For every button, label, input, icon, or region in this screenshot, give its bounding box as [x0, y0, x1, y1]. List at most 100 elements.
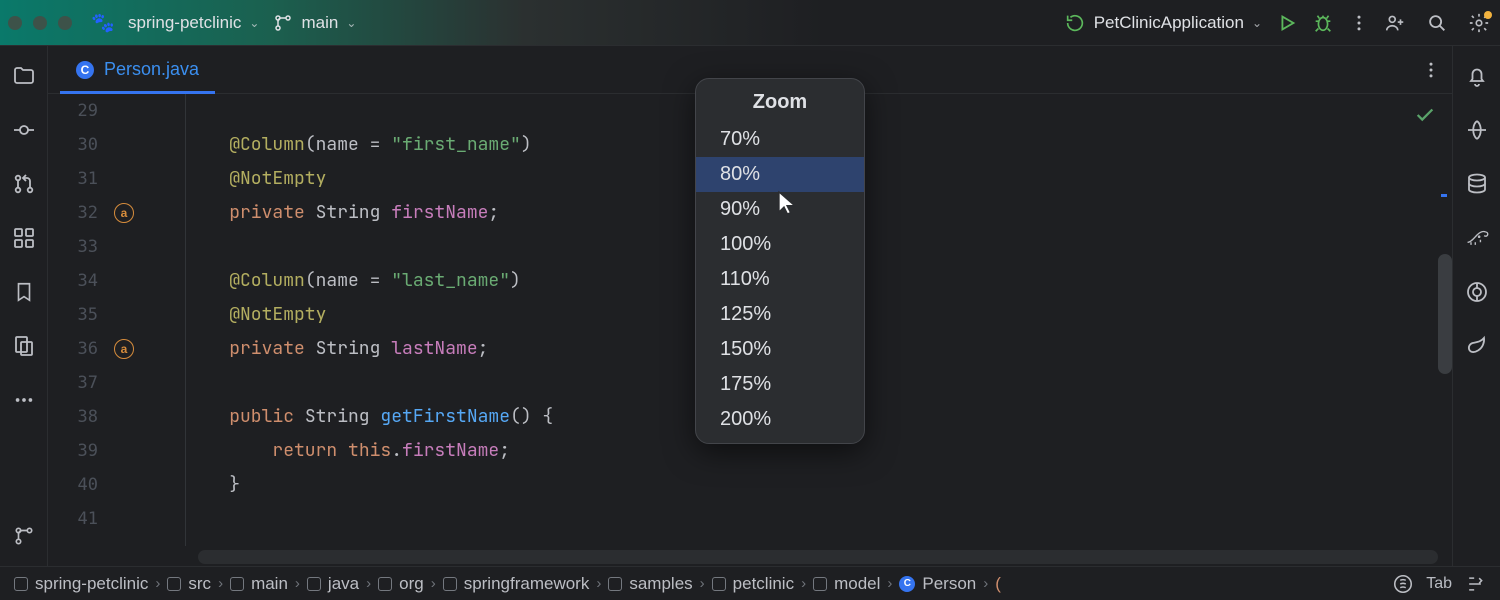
- breadcrumb-segment[interactable]: springframework: [443, 574, 590, 594]
- window-close[interactable]: [8, 16, 22, 30]
- chevron-right-icon: ›: [366, 575, 371, 592]
- line-number: 29: [48, 101, 108, 121]
- search-everywhere-icon[interactable]: [1426, 12, 1448, 34]
- breadcrumb-segment[interactable]: src: [167, 574, 211, 594]
- run-config-name: PetClinicApplication: [1094, 13, 1244, 33]
- zoom-popup-title: Zoom: [696, 79, 864, 122]
- settings-icon[interactable]: [1468, 12, 1490, 34]
- window-maximize[interactable]: [58, 16, 72, 30]
- folder-icon: [813, 577, 827, 591]
- gradle-tool-icon[interactable]: [1465, 226, 1489, 250]
- chevron-right-icon: ›: [596, 575, 601, 592]
- line-number: 32: [48, 203, 108, 223]
- folder-icon: [230, 577, 244, 591]
- chevron-right-icon: ›: [295, 575, 300, 592]
- breadcrumb-segment[interactable]: model: [813, 574, 880, 594]
- project-tool-icon[interactable]: [12, 64, 36, 88]
- zoom-option[interactable]: 80%: [696, 157, 864, 192]
- reader-mode-icon[interactable]: [1392, 573, 1414, 595]
- line-number: 39: [48, 441, 108, 461]
- folder-icon: [307, 577, 321, 591]
- run-button[interactable]: [1276, 12, 1298, 34]
- code-with-me-icon[interactable]: [1384, 12, 1406, 34]
- vertical-scrollbar[interactable]: [1438, 254, 1452, 374]
- chevron-right-icon: ›: [983, 575, 988, 592]
- chevron-down-icon: ⌄: [346, 16, 356, 30]
- line-number: 40: [48, 475, 108, 495]
- line-number: 37: [48, 373, 108, 393]
- breadcrumb-segment-label: samples: [629, 574, 692, 594]
- chevron-right-icon: ›: [431, 575, 436, 592]
- zoom-option[interactable]: 150%: [696, 332, 864, 367]
- breadcrumb-segment-label: org: [399, 574, 424, 594]
- zoom-option[interactable]: 125%: [696, 297, 864, 332]
- override-marker-icon[interactable]: a: [114, 339, 134, 359]
- zoom-option[interactable]: 100%: [696, 227, 864, 262]
- code-line[interactable]: [186, 502, 1438, 536]
- project-selector[interactable]: spring-petclinic ⌄: [128, 13, 259, 33]
- window-minimize[interactable]: [33, 16, 47, 30]
- indent-label[interactable]: Tab: [1426, 575, 1452, 593]
- vcs-tool-icon[interactable]: [12, 524, 36, 548]
- editor-tab-options-icon[interactable]: [1420, 59, 1442, 81]
- zoom-option[interactable]: 70%: [696, 122, 864, 157]
- tab-person-java[interactable]: C Person.java: [60, 46, 215, 93]
- notifications-icon[interactable]: [1465, 64, 1489, 88]
- chevron-down-icon: ⌄: [249, 16, 259, 30]
- line-number: 34: [48, 271, 108, 291]
- right-tool-strip: [1452, 46, 1500, 566]
- breadcrumb-class-name: Person: [922, 574, 976, 594]
- pull-requests-icon[interactable]: [12, 172, 36, 196]
- breadcrumb-segment-label: petclinic: [733, 574, 794, 594]
- zoom-option[interactable]: 175%: [696, 367, 864, 402]
- more-actions-button[interactable]: [1348, 12, 1370, 34]
- breadcrumb-segment[interactable]: petclinic: [712, 574, 794, 594]
- chevron-down-icon: ⌄: [1252, 16, 1262, 30]
- zoom-option[interactable]: 110%: [696, 262, 864, 297]
- line-number: 38: [48, 407, 108, 427]
- project-name: spring-petclinic: [128, 13, 241, 33]
- line-number: 30: [48, 135, 108, 155]
- branch-selector[interactable]: main ⌄: [273, 13, 356, 33]
- run-config-selector[interactable]: PetClinicApplication ⌄: [1064, 12, 1262, 34]
- class-file-icon: C: [76, 61, 94, 79]
- breadcrumb-bar: spring-petclinic › src › main › java › org › sprin…: [0, 566, 1500, 600]
- chevron-right-icon: ›: [218, 575, 223, 592]
- database-sidebar-icon[interactable]: [12, 334, 36, 358]
- window-controls: [8, 16, 72, 30]
- breadcrumb-segment[interactable]: samples: [608, 574, 692, 594]
- debug-button[interactable]: [1312, 12, 1334, 34]
- spring-tool-icon[interactable]: [1465, 334, 1489, 358]
- database-tool-icon[interactable]: [1465, 172, 1489, 196]
- folder-icon: [608, 577, 622, 591]
- line-number: 41: [48, 509, 108, 529]
- breadcrumb-segment-label: main: [251, 574, 288, 594]
- gutter-marker-slot: a: [108, 339, 178, 359]
- breadcrumb-segment[interactable]: org: [378, 574, 424, 594]
- bookmarks-tool-icon[interactable]: [12, 280, 36, 304]
- breadcrumb-segment-label: src: [188, 574, 211, 594]
- structure-tool-icon[interactable]: [12, 226, 36, 250]
- breadcrumb-segment[interactable]: java: [307, 574, 359, 594]
- branch-icon: [273, 13, 293, 33]
- project-icon: 🐾: [92, 12, 114, 34]
- folder-icon: [167, 577, 181, 591]
- indent-settings-icon[interactable]: [1464, 573, 1486, 595]
- tab-label: Person.java: [104, 59, 199, 80]
- code-line[interactable]: }: [186, 468, 1438, 502]
- commit-tool-icon[interactable]: [12, 118, 36, 142]
- ai-assistant-icon[interactable]: [1465, 118, 1489, 142]
- more-tools-icon[interactable]: [12, 388, 36, 412]
- chevron-right-icon: ›: [155, 575, 160, 592]
- chevron-right-icon: ›: [887, 575, 892, 592]
- line-number: 31: [48, 169, 108, 189]
- breadcrumb-segment[interactable]: spring-petclinic: [14, 574, 148, 594]
- zoom-option[interactable]: 200%: [696, 402, 864, 437]
- error-stripe-marker[interactable]: [1441, 194, 1447, 197]
- horizontal-scrollbar[interactable]: [198, 550, 1438, 564]
- folder-icon: [712, 577, 726, 591]
- breadcrumb-class[interactable]: C Person: [899, 574, 976, 594]
- breadcrumb-segment[interactable]: main: [230, 574, 288, 594]
- override-marker-icon[interactable]: a: [114, 203, 134, 223]
- maven-tool-icon[interactable]: [1465, 280, 1489, 304]
